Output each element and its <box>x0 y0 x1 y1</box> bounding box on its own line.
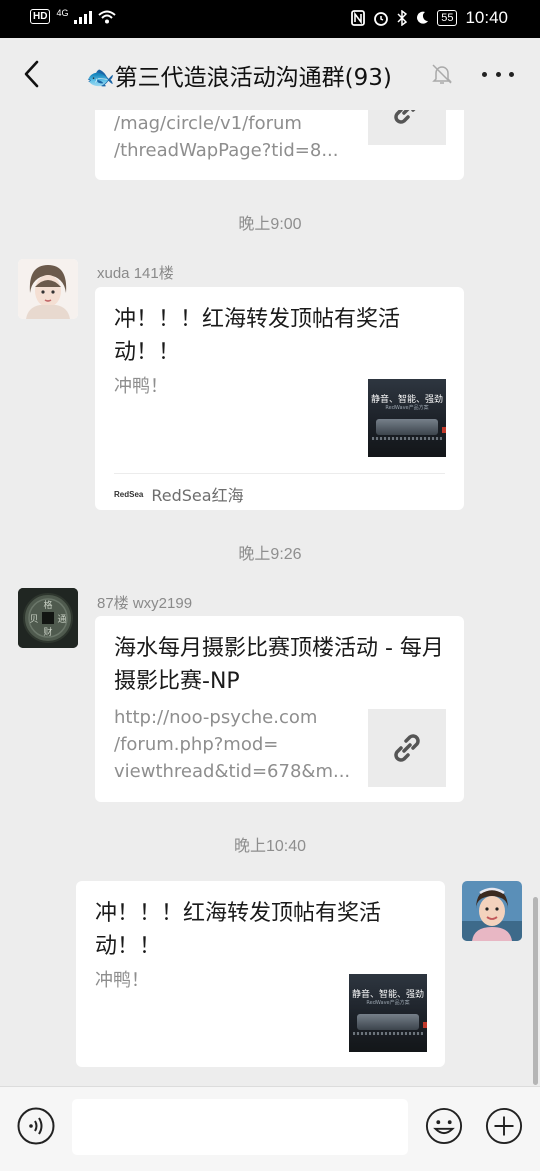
timestamp: 晚上10:40 <box>233 838 307 855</box>
thumb-decoration <box>353 1032 423 1035</box>
timestamp: 晚上9:00 <box>238 216 302 233</box>
svg-text:财: 财 <box>43 626 52 638</box>
avatar-illustration <box>18 259 78 319</box>
shared-article-card[interactable]: 冲！！！红海转发顶帖有奖活动！！ 冲鸭！ 静音、智能、强劲 RedWave产品方… <box>95 287 464 510</box>
card-description: 冲鸭！ <box>114 376 168 397</box>
product-image <box>357 1014 419 1030</box>
link-icon <box>394 734 420 762</box>
link-card-url: /mag/circle/v1/forum /threadWapPage?tid=… <box>114 113 339 161</box>
mute-bell-icon <box>432 64 452 84</box>
link-thumbnail <box>368 709 446 787</box>
card-url: http://noo-psyche.com /forum.php?mod= vi… <box>114 707 351 782</box>
hd-badge: HD <box>30 9 51 24</box>
status-right: 55 10:40 <box>351 8 508 28</box>
thumb-accent <box>423 1022 427 1028</box>
svg-text:贝: 贝 <box>29 614 38 625</box>
source-name: RedSea红海 <box>151 486 244 505</box>
chat-title: 🐟第三代造浪活动沟通群(93) <box>86 65 392 91</box>
status-left: HD 4G <box>30 7 117 24</box>
input-bar <box>0 1086 540 1171</box>
card-description: 冲鸭！ <box>95 970 149 991</box>
voice-icon <box>17 1107 55 1145</box>
status-time: 10:40 <box>465 8 508 27</box>
chat-header: 🐟第三代造浪活动沟通群(93) <box>0 38 540 110</box>
voice-input-button[interactable] <box>17 1107 55 1145</box>
card-title: 冲！！！红海转发顶帖有奖活动！！ <box>95 901 382 959</box>
shared-article-card[interactable]: 冲！！！红海转发顶帖有奖活动！！ 冲鸭！ 静音、智能、强劲 RedWave产品方… <box>76 881 445 1067</box>
nfc-icon <box>351 10 366 26</box>
alarm-icon <box>374 12 389 26</box>
message-input[interactable] <box>72 1099 408 1155</box>
chat-messages[interactable]: /mag/circle/v1/forum /threadWapPage?tid=… <box>0 110 540 1086</box>
thumb-subheading: RedWave产品方案 <box>366 1000 410 1006</box>
timestamp: 晚上9:26 <box>238 546 302 563</box>
article-thumbnail: 静音、智能、强劲 RedWave产品方案 <box>368 379 446 457</box>
card-title: 冲！！！红海转发顶帖有奖活动！！ <box>114 307 401 365</box>
thumb-subheading: RedWave产品方案 <box>385 405 429 411</box>
moon-icon <box>417 11 429 24</box>
article-thumbnail: 静音、智能、强劲 RedWave产品方案 <box>349 974 427 1052</box>
chevron-left-icon <box>24 60 39 88</box>
card-source: RedSea RedSea红海 <box>114 482 244 506</box>
wifi-icon <box>98 10 117 23</box>
thumb-accent <box>442 427 446 433</box>
avatar[interactable]: 格 财 贝 通 <box>18 588 78 648</box>
chat-scrollbar[interactable] <box>533 897 538 1085</box>
back-button[interactable] <box>16 56 46 92</box>
link-card-partial[interactable]: /mag/circle/v1/forum /threadWapPage?tid=… <box>95 110 464 180</box>
emoji-icon <box>425 1107 463 1145</box>
more-functions-button[interactable] <box>485 1107 523 1145</box>
my-avatar[interactable] <box>462 881 522 941</box>
dot <box>482 71 487 77</box>
more-button[interactable] <box>482 62 514 86</box>
source-logo: RedSea <box>114 489 144 499</box>
coin-avatar-image: 格 财 贝 通 <box>18 588 78 648</box>
child-avatar-photo <box>462 881 522 941</box>
network-label: 4G <box>56 7 69 18</box>
product-image <box>376 419 438 435</box>
status-bar: HD 4G 55 10:40 <box>0 0 540 38</box>
battery-icon: 55 <box>437 10 458 26</box>
thumb-decoration <box>372 437 442 440</box>
link-thumbnail <box>368 110 446 145</box>
sender-name: 87楼 wxy2199 <box>97 595 193 612</box>
bluetooth-icon <box>397 10 408 26</box>
signal-icon <box>74 9 93 24</box>
card-divider <box>114 473 445 474</box>
sender-name: xuda 141楼 <box>97 265 174 282</box>
avatar[interactable] <box>18 259 78 319</box>
dot <box>509 71 514 77</box>
shared-link-card[interactable]: 海水每月摄影比赛顶楼活动 - 每月摄影比赛-NP http://noo-psyc… <box>95 616 464 802</box>
emoji-button[interactable] <box>425 1107 463 1145</box>
svg-text:通: 通 <box>57 614 66 625</box>
plus-icon <box>485 1107 523 1145</box>
svg-text:格: 格 <box>43 599 52 611</box>
link-icon <box>394 110 416 124</box>
dot <box>495 71 501 77</box>
card-title: 海水每月摄影比赛顶楼活动 - 每月摄影比赛-NP <box>114 636 444 694</box>
